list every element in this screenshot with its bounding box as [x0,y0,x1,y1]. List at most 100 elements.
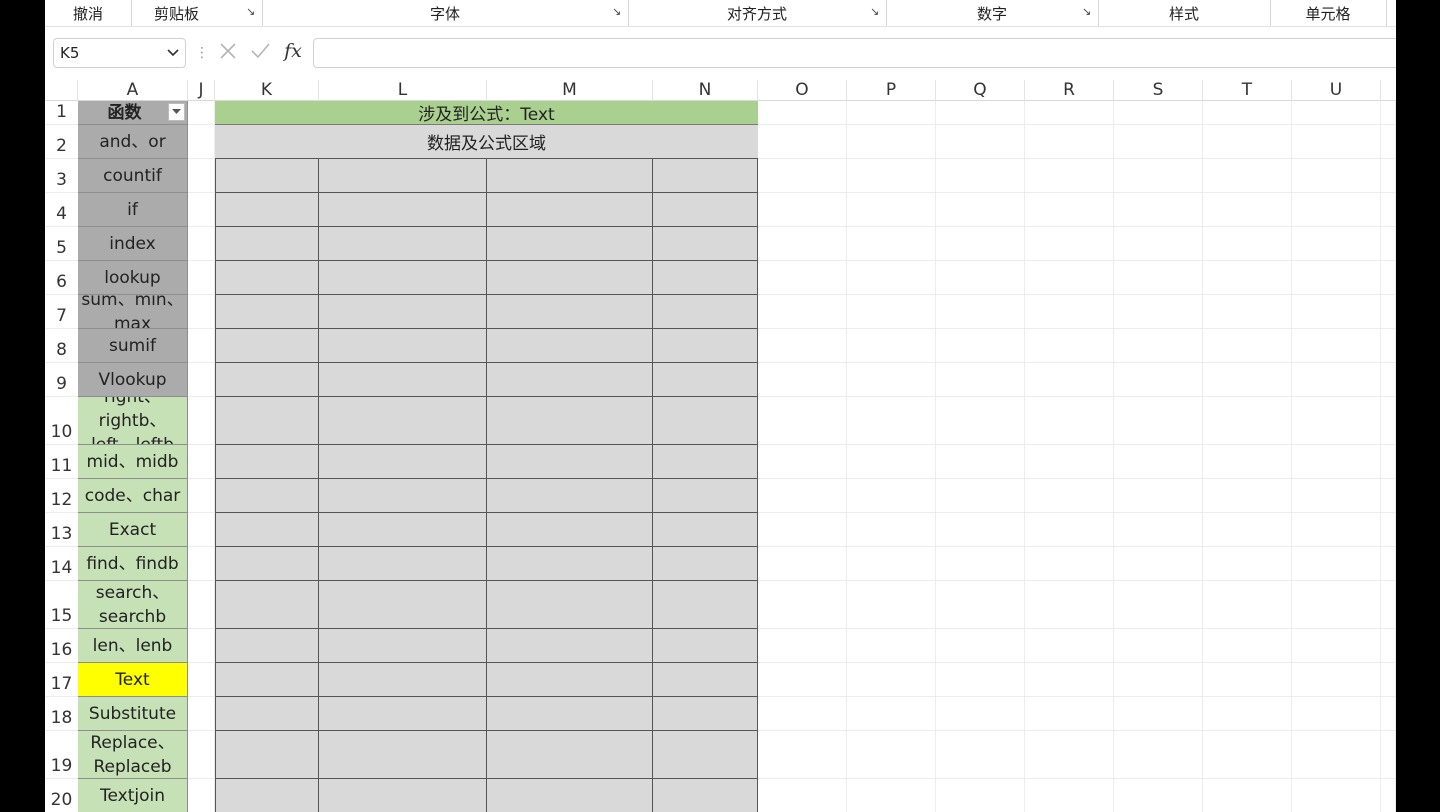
filter-dropdown-icon[interactable] [168,103,185,121]
cell[interactable] [847,227,936,261]
data-cell[interactable] [653,227,758,261]
cell-a1-header[interactable]: 函数 [78,101,188,125]
cell[interactable] [1381,697,1396,731]
data-cell[interactable] [653,261,758,295]
cell[interactable] [847,397,936,445]
function-list-item[interactable]: right、rightb、left、leftb [78,397,188,445]
column-header-u[interactable]: U [1292,80,1381,101]
data-cell[interactable] [487,629,653,663]
cell[interactable] [1381,547,1396,581]
cell[interactable] [1114,295,1203,329]
data-cell[interactable] [653,581,758,629]
data-cell[interactable] [215,445,319,479]
data-cell[interactable] [215,159,319,193]
cell[interactable] [936,101,1025,125]
function-list-item[interactable]: mid、midb [78,445,188,479]
cell[interactable] [1203,445,1292,479]
data-cell[interactable] [319,513,487,547]
dialog-launcher-icon[interactable]: ↘ [612,6,622,17]
row-header[interactable]: 12 [45,479,78,513]
cell[interactable] [936,629,1025,663]
cell[interactable] [1025,125,1114,159]
cell[interactable] [1203,363,1292,397]
data-cell[interactable] [319,779,487,812]
data-cell[interactable] [487,227,653,261]
cell[interactable] [1025,329,1114,363]
cell[interactable] [847,363,936,397]
data-cell[interactable] [319,227,487,261]
data-cell[interactable] [487,363,653,397]
formula-bar-grip-icon[interactable]: ⋮ [195,45,209,61]
data-cell[interactable] [653,697,758,731]
cell[interactable] [847,581,936,629]
cell[interactable] [1025,445,1114,479]
cell[interactable] [1114,261,1203,295]
data-cell[interactable] [319,731,487,779]
cell[interactable] [758,329,847,363]
dialog-launcher-icon[interactable]: ↘ [1082,6,1092,17]
cell[interactable] [1025,513,1114,547]
cell[interactable] [936,731,1025,779]
cell[interactable] [1203,193,1292,227]
cell[interactable] [1381,261,1396,295]
cell[interactable] [1114,581,1203,629]
cell[interactable] [936,261,1025,295]
formula-input[interactable] [313,38,1396,68]
cell[interactable] [188,227,215,261]
cell[interactable] [1114,445,1203,479]
cell[interactable] [847,159,936,193]
column-header-o[interactable]: O [758,80,847,101]
cell[interactable] [758,547,847,581]
cell[interactable] [1203,779,1292,812]
cell[interactable] [758,697,847,731]
data-cell[interactable] [319,295,487,329]
data-cell[interactable] [319,193,487,227]
cell[interactable] [1203,479,1292,513]
cell[interactable] [936,479,1025,513]
row-header[interactable]: 4 [45,193,78,227]
data-cell[interactable] [215,547,319,581]
cell[interactable] [1114,779,1203,812]
cell[interactable] [1203,731,1292,779]
row-header[interactable]: 1 [45,101,78,125]
column-header-p[interactable]: P [847,80,936,101]
cell[interactable] [1114,159,1203,193]
row-header[interactable]: 19 [45,731,78,779]
cell[interactable] [1025,397,1114,445]
cell[interactable] [1114,125,1203,159]
data-cell[interactable] [319,697,487,731]
column-header-s[interactable]: S [1114,80,1203,101]
data-cell[interactable] [487,445,653,479]
cell[interactable] [1292,513,1381,547]
cell[interactable] [1203,329,1292,363]
cell[interactable] [1292,261,1381,295]
data-cell[interactable] [215,363,319,397]
cell[interactable] [1114,629,1203,663]
cell[interactable] [1381,295,1396,329]
cell[interactable] [936,363,1025,397]
cell[interactable] [1114,329,1203,363]
cell[interactable] [188,479,215,513]
data-cell[interactable] [487,697,653,731]
cell[interactable] [936,329,1025,363]
cell[interactable] [1114,101,1203,125]
cell[interactable] [847,779,936,812]
cell[interactable] [1292,779,1381,812]
cell[interactable] [758,663,847,697]
cell[interactable] [758,125,847,159]
cell[interactable] [188,261,215,295]
data-cell[interactable] [487,329,653,363]
cell[interactable] [936,125,1025,159]
column-header-a[interactable]: A [78,80,188,101]
cell[interactable] [1381,779,1396,812]
ribbon-group-cells[interactable]: 单元格 [1270,0,1387,26]
cell[interactable] [1292,629,1381,663]
cell[interactable] [1381,513,1396,547]
column-header-l[interactable]: L [319,80,487,101]
cell[interactable] [936,159,1025,193]
cell[interactable] [758,227,847,261]
column-header-v[interactable] [1381,80,1396,101]
data-cell[interactable] [487,513,653,547]
cell[interactable] [188,731,215,779]
region-subtitle[interactable]: 数据及公式区域 [215,125,758,159]
